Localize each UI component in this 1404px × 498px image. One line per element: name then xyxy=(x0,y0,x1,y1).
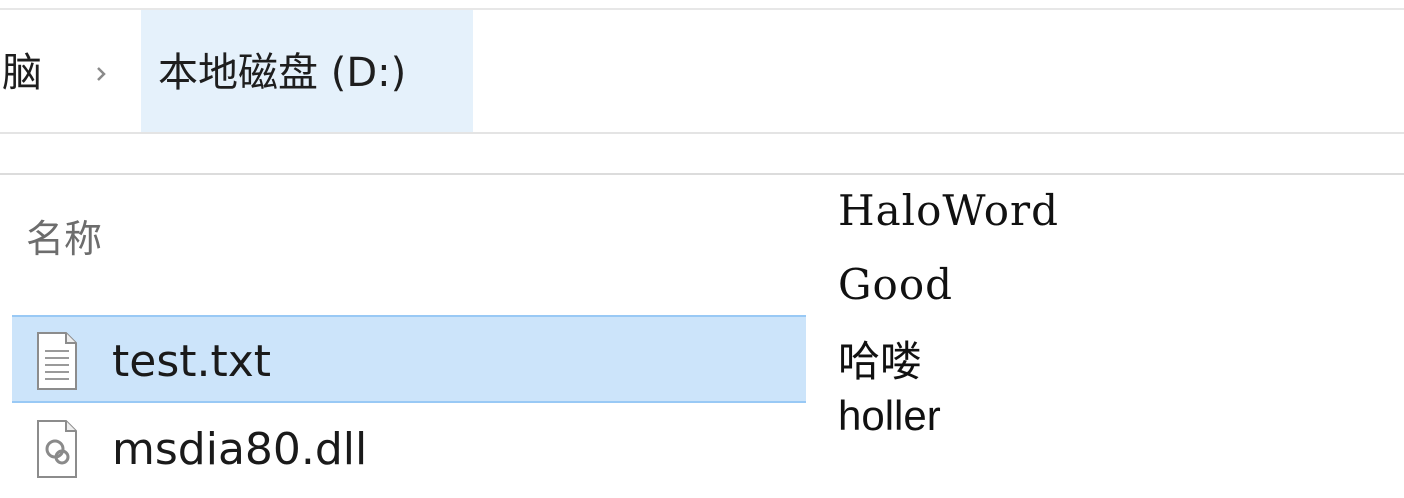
breadcrumb-item-local-disk-d[interactable]: 本地磁盘 (D:) xyxy=(141,10,473,132)
output-line: 哈喽 xyxy=(838,338,923,385)
dll-file-icon xyxy=(37,420,77,478)
text-file-icon xyxy=(37,332,77,390)
file-list: 名称 test.txt msdia80.dll xyxy=(0,173,1404,498)
file-name: test.txt xyxy=(112,336,272,387)
output-line: holler xyxy=(838,392,941,439)
output-line: HaloWord xyxy=(838,186,1059,235)
file-row[interactable]: msdia80.dll xyxy=(12,405,806,493)
breadcrumb-item-computer[interactable]: 脑 xyxy=(2,48,42,98)
file-name: msdia80.dll xyxy=(112,424,368,475)
chevron-right-icon[interactable] xyxy=(92,54,112,94)
address-bar[interactable]: 脑 本地磁盘 (D:) xyxy=(0,10,1404,134)
output-line: Good xyxy=(838,260,954,309)
file-row[interactable]: test.txt xyxy=(12,315,806,403)
column-header-name[interactable]: 名称 xyxy=(26,215,102,263)
breadcrumb-current-label: 本地磁盘 (D:) xyxy=(158,50,407,96)
